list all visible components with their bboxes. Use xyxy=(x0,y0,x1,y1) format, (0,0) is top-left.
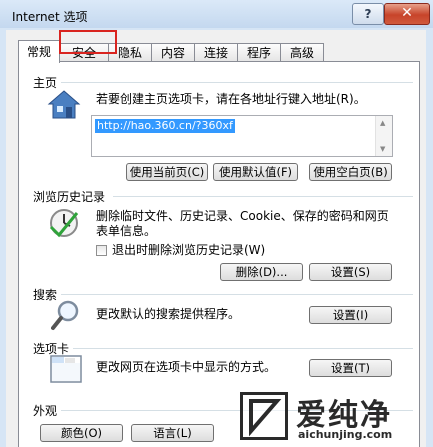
languages-button[interactable]: 语言(L) xyxy=(131,424,214,442)
tabs-section-description: 更改网页在选项卡中显示的方式。 xyxy=(96,360,277,374)
help-button[interactable]: ? xyxy=(352,3,384,25)
search-settings-button[interactable]: 设置(I) xyxy=(309,306,392,324)
use-default-button[interactable]: 使用默认值(F) xyxy=(213,163,298,181)
tab-security[interactable]: 安全 xyxy=(59,43,109,62)
window-title: Internet 选项 xyxy=(12,10,88,24)
delete-on-exit-checkbox[interactable] xyxy=(96,245,107,256)
close-button[interactable]: ✕ xyxy=(384,3,430,25)
use-current-button[interactable]: 使用当前页(C) xyxy=(126,163,208,181)
tab-privacy[interactable]: 隐私 xyxy=(108,43,152,62)
tab-advanced[interactable]: 高级 xyxy=(280,43,324,62)
delete-history-button[interactable]: 删除(D)... xyxy=(220,263,303,281)
dialog-client: 常规 安全 隐私 内容 连接 程序 高级 主页 若要创建主页选项卡，请在各地址行… xyxy=(6,30,426,447)
colors-button[interactable]: 颜色(O) xyxy=(40,424,123,442)
house-icon xyxy=(47,90,81,119)
tab-connections[interactable]: 连接 xyxy=(194,43,238,62)
history-label: 浏览历史记录 xyxy=(33,190,106,204)
history-description-line1: 删除临时文件、历史记录、Cookie、保存的密码和网页 xyxy=(96,209,389,223)
watermark-logo xyxy=(240,392,288,440)
history-description-line2: 表单信息。 xyxy=(96,224,157,238)
tab-general[interactable]: 常规 xyxy=(18,40,60,63)
tab-programs[interactable]: 程序 xyxy=(237,43,281,62)
homepage-separator xyxy=(61,82,413,83)
appearance-label: 外观 xyxy=(33,404,58,418)
scroll-up-icon[interactable]: ▲ xyxy=(380,119,385,127)
use-blank-button[interactable]: 使用空白页(B) xyxy=(309,163,392,181)
history-separator xyxy=(113,196,413,197)
watermark-logo-icon xyxy=(249,399,282,437)
history-clock-icon xyxy=(49,209,79,238)
watermark-url: aichunjing.com xyxy=(298,428,393,441)
tabs-window-icon xyxy=(50,355,82,383)
title-bar: Internet 选项 ? ✕ xyxy=(0,0,433,28)
search-magnifier-icon xyxy=(51,300,79,330)
tabs-section-separator xyxy=(73,348,413,349)
scroll-down-icon[interactable]: ▼ xyxy=(380,145,385,153)
homepage-address-box[interactable]: http://hao.360.cn/?360xf ▲ ▼ xyxy=(91,115,393,157)
search-description: 更改默认的搜索提供程序。 xyxy=(96,307,241,321)
homepage-scrollbar[interactable]: ▲ ▼ xyxy=(375,116,392,156)
delete-on-exit-label[interactable]: 退出时删除浏览历史记录(W) xyxy=(112,242,265,258)
watermark: 爱纯净 aichunjing.com xyxy=(236,388,433,447)
homepage-description: 若要创建主页选项卡，请在各地址行键入地址(R)。 xyxy=(96,92,366,106)
tab-content[interactable]: 内容 xyxy=(151,43,195,62)
history-settings-button[interactable]: 设置(S) xyxy=(309,263,392,281)
search-separator xyxy=(61,294,413,295)
tabs-settings-button[interactable]: 设置(T) xyxy=(309,359,392,377)
homepage-url[interactable]: http://hao.360.cn/?360xf xyxy=(95,119,235,133)
